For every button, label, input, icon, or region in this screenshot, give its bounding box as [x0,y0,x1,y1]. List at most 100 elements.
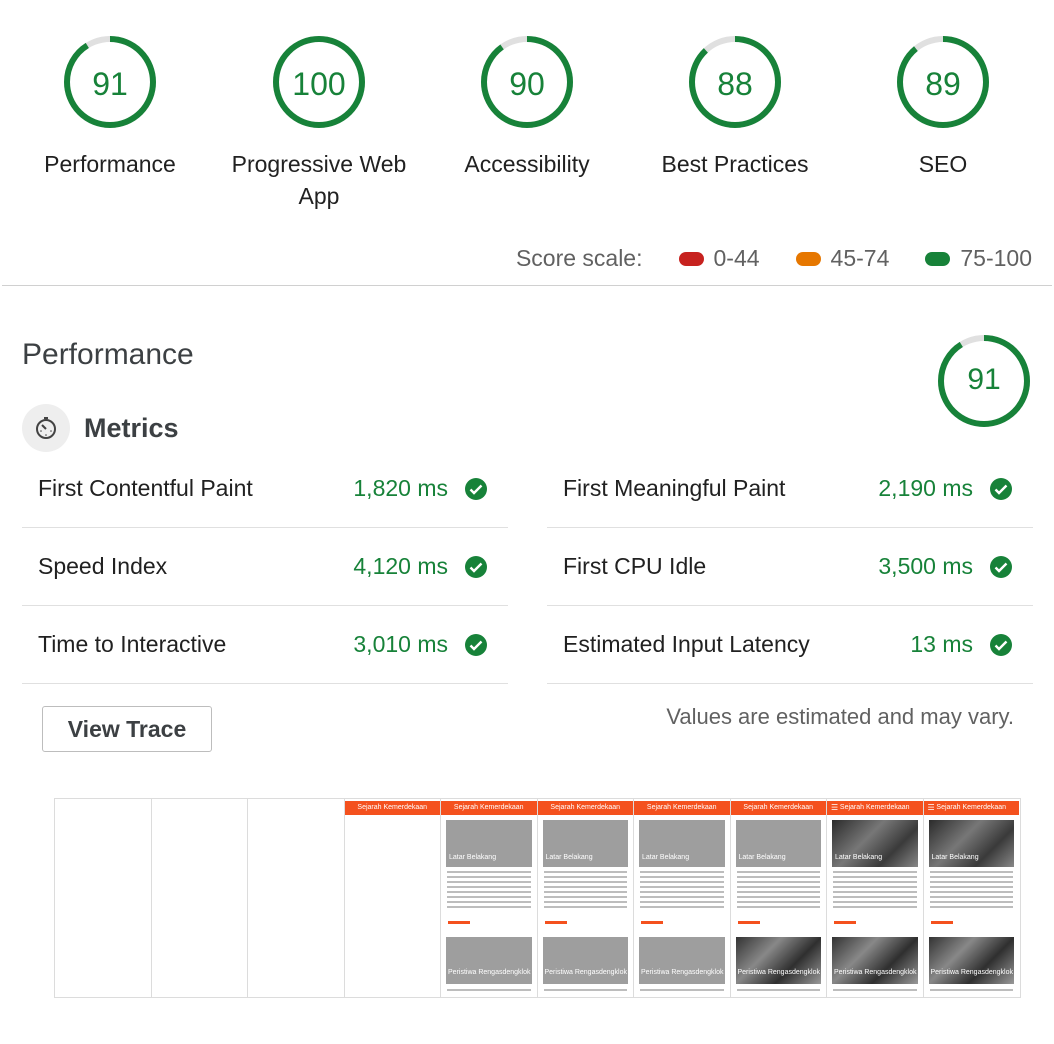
filmstrip-frame: Sejarah Kemerdekaan Latar Belakang Peris… [441,799,538,997]
check-icon [990,634,1012,656]
card-text [447,989,531,991]
card-title: Peristiwa Rengasdengklok [834,969,917,976]
metric-label: First Meaningful Paint [563,475,786,501]
metric-first-contentful-paint: First Contentful Paint 1,820 ms [22,450,508,528]
filmstrip-frame [151,799,248,997]
scale-range-text: 75-100 [960,245,1032,271]
check-icon [465,634,487,656]
card-title: Latar Belakang [642,854,690,861]
metric-value: 2,190 ms [878,475,973,501]
filmstrip-frame: Sejarah Kemerdekaan Latar Belakang Peris… [730,799,827,997]
scale-range-average: 45-74 [795,245,889,272]
card-image [639,937,725,984]
menu-icon: ☰ [831,803,839,812]
view-trace-button[interactable]: View Trace [42,706,212,752]
frame-header: Sejarah Kemerdekaan [923,801,1019,815]
filmstrip: Sejarah Kemerdekaan Sejarah Kemerdekaan … [54,798,1021,998]
metric-label: First Contentful Paint [38,475,253,501]
card-title: Latar Belakang [738,854,786,861]
gauge-performance[interactable]: 91 Performance [10,34,210,180]
gauge-label: SEO [918,151,968,177]
frame-header: Sejarah Kemerdekaan [537,801,633,815]
metric-label: Time to Interactive [38,631,227,657]
metric-label: Speed Index [38,553,168,579]
card-link [930,921,953,924]
card-text [929,989,1013,991]
card-title: Peristiwa Rengasdengklok [930,969,1014,976]
section-score: 91 [967,363,1001,396]
card-link [737,921,760,924]
scale-range-pass: 75-100 [925,245,1032,272]
metric-value: 4,120 ms [353,553,448,579]
score-scale-label: Score scale: [515,245,643,271]
card-text [543,871,627,911]
gauge-label: Accessibility [464,151,590,177]
metrics-column-right: First Meaningful Paint 2,190 ms First CP… [547,450,1033,684]
filmstrip-frame: Sejarah Kemerdekaan Latar Belakang Peris… [537,799,634,997]
gauge-best-practices[interactable]: 88 Best Practices [635,34,835,180]
metric-label: First CPU Idle [563,553,707,579]
check-icon [465,478,487,500]
green-pill-icon [925,251,951,266]
filmstrip-frame [55,799,152,997]
card-title: Latar Belakang [449,854,497,861]
metric-label: Estimated Input Latency [563,631,810,657]
filmstrip-frame: Sejarah Kemerdekaan Latar Belakang Peris… [634,799,731,997]
scale-range-fail: 0-44 [678,245,760,272]
metrics-header: Metrics [22,404,179,452]
metrics-column-left: First Contentful Paint 1,820 ms Speed In… [22,450,508,684]
filmstrip-frame: Sejarah Kemerdekaan [344,799,441,997]
metric-value: 3,010 ms [353,631,448,657]
frame-header: Sejarah Kemerdekaan [441,801,537,815]
card-link [834,921,856,924]
gauge-label: Performance [44,151,176,177]
stopwatch-icon [22,404,70,452]
filmstrip-frame: Sejarah Kemerdekaan ☰ Latar Belakang Per… [923,799,1019,997]
estimate-note: Values are estimated and may vary. [666,704,1014,729]
metrics-title: Metrics [84,412,179,443]
gauge-score: 88 [717,66,753,102]
filmstrip-frame: Sejarah Kemerdekaan ☰ Latar Belakang Per… [827,799,924,997]
card-title: Latar Belakang [545,854,593,861]
card-title: Peristiwa Rengasdengklok [641,969,724,976]
gauge-seo[interactable]: 89 SEO [843,34,1043,180]
frame-header: Sejarah Kemerdekaan [634,801,730,815]
gauge-score: 100 [292,66,346,102]
card-title: Latar Belakang [931,854,979,861]
card-text [640,989,724,991]
divider [2,285,1052,286]
gauge-accessibility[interactable]: 90 Accessibility [427,34,627,180]
card-text [736,989,820,991]
menu-icon: ☰ [927,803,935,812]
category-gauges: 91 Performance 100 Progressive Web App 9… [0,0,1054,230]
metric-speed-index: Speed Index 4,120 ms [22,528,508,606]
gauge-pwa[interactable]: 100 Progressive Web App [219,34,419,212]
frame-header: Sejarah Kemerdekaan [730,801,826,815]
card-text [833,989,917,991]
orange-pill-icon [795,251,821,266]
metric-value: 3,500 ms [878,553,973,579]
filmstrip-frame [248,799,345,997]
card-text [640,871,724,911]
check-icon [465,556,487,578]
gauge-label: Progressive Web App [231,151,407,209]
metric-first-cpu-idle: First CPU Idle 3,500 ms [547,528,1033,606]
frame-header: Sejarah Kemerdekaan [344,801,440,815]
metric-time-to-interactive: Time to Interactive 3,010 ms [22,606,508,684]
metric-value: 1,820 ms [353,475,448,501]
frame-header: Sejarah Kemerdekaan [827,801,923,815]
card-text [447,871,531,911]
card-title: Peristiwa Rengasdengklok [737,969,821,976]
card-photo [735,937,821,984]
card-title: Peristiwa Rengasdengklok [448,969,531,976]
metric-estimated-input-latency: Estimated Input Latency 13 ms [547,606,1033,684]
card-text [736,871,820,911]
gauge-score: 89 [925,66,961,102]
card-text [543,989,627,991]
gauge-label: Best Practices [661,151,809,177]
card-photo [832,937,918,984]
card-title: Latar Belakang [835,854,883,861]
card-title: Peristiwa Rengasdengklok [544,969,628,976]
card-image [542,937,628,984]
card-link [641,921,663,924]
